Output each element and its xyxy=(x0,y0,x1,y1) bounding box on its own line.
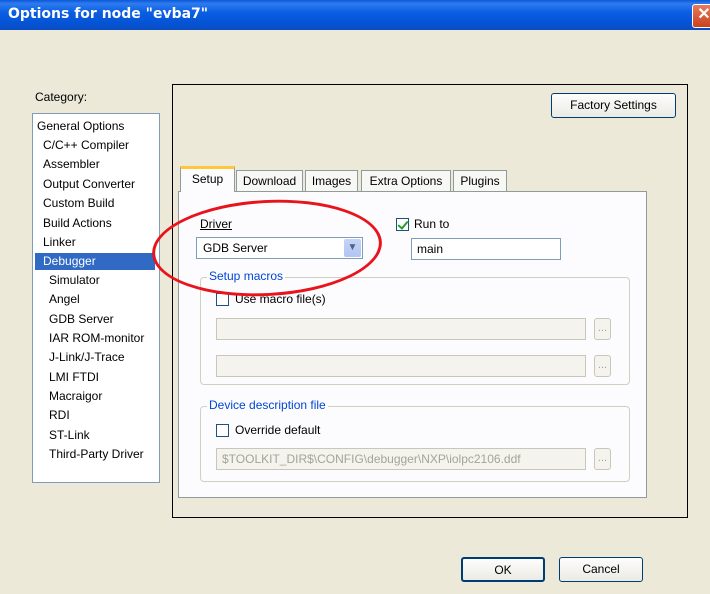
use-macro-checkbox[interactable] xyxy=(216,293,229,306)
device-description-label: Device description file xyxy=(207,398,328,412)
category-item-jlink-jtrace[interactable]: J-Link/J-Trace xyxy=(49,349,125,366)
category-item-c-cpp-compiler[interactable]: C/C++ Compiler xyxy=(43,137,129,154)
override-default-label: Override default xyxy=(235,423,321,437)
category-item-macraigor[interactable]: Macraigor xyxy=(49,388,102,405)
setup-macros-label: Setup macros xyxy=(207,269,286,283)
category-item-angel[interactable]: Angel xyxy=(49,291,80,308)
macro-file-2-input[interactable] xyxy=(216,355,586,377)
run-to-label: Run to xyxy=(414,217,450,231)
category-item-linker[interactable]: Linker xyxy=(43,234,76,251)
category-item-build-actions[interactable]: Build Actions xyxy=(43,215,112,232)
tab-extra-options[interactable]: Extra Options xyxy=(361,170,451,191)
driver-label: Driver xyxy=(200,217,232,231)
tab-setup[interactable]: Setup xyxy=(180,166,235,192)
override-default-checkbox[interactable] xyxy=(216,424,229,437)
category-item-iar-rom-monitor[interactable]: IAR ROM-monitor xyxy=(49,330,144,347)
title-bar: Options for node "evba7" ✕ xyxy=(0,0,710,30)
ok-button[interactable]: OK xyxy=(461,557,545,582)
category-list[interactable]: General Options C/C++ Compiler Assembler… xyxy=(32,113,160,483)
category-item-st-link[interactable]: ST-Link xyxy=(49,427,90,444)
category-item-debugger[interactable]: Debugger xyxy=(35,253,155,270)
device-file-input[interactable]: $TOOLKIT_DIR$\CONFIG\debugger\NXP\iolpc2… xyxy=(216,448,586,470)
category-item-lmi-ftdi[interactable]: LMI FTDI xyxy=(49,369,99,386)
category-item-custom-build[interactable]: Custom Build xyxy=(43,195,114,212)
run-to-input[interactable]: main xyxy=(411,238,561,260)
factory-settings-button[interactable]: Factory Settings xyxy=(551,93,676,118)
device-description-group xyxy=(200,406,630,482)
device-file-browse-button[interactable]: ... xyxy=(594,448,611,470)
category-label: Category: xyxy=(35,90,88,104)
close-button[interactable]: ✕ xyxy=(692,4,710,28)
category-item-rdi[interactable]: RDI xyxy=(49,407,70,424)
macro-file-2-browse-button[interactable]: ... xyxy=(594,355,611,377)
run-to-checkbox[interactable] xyxy=(396,218,409,231)
category-item-general-options[interactable]: General Options xyxy=(37,118,124,135)
category-item-output-converter[interactable]: Output Converter xyxy=(43,176,135,193)
category-item-simulator[interactable]: Simulator xyxy=(49,272,100,289)
category-item-gdb-server[interactable]: GDB Server xyxy=(49,311,114,328)
driver-value: GDB Server xyxy=(203,241,268,255)
macro-file-1-input[interactable] xyxy=(216,318,586,340)
use-macro-label: Use macro file(s) xyxy=(235,292,326,306)
driver-select[interactable]: GDB Server ▼ xyxy=(196,237,363,259)
close-icon: ✕ xyxy=(697,6,710,23)
category-item-assembler[interactable]: Assembler xyxy=(43,156,100,173)
tab-plugins[interactable]: Plugins xyxy=(453,170,507,191)
tab-images[interactable]: Images xyxy=(305,170,358,191)
window-title: Options for node "evba7" xyxy=(8,6,209,22)
chevron-down-icon[interactable]: ▼ xyxy=(344,239,361,257)
cancel-button[interactable]: Cancel xyxy=(559,557,643,582)
macro-file-1-browse-button[interactable]: ... xyxy=(594,318,611,340)
tab-download[interactable]: Download xyxy=(236,170,303,191)
category-item-third-party-driver[interactable]: Third-Party Driver xyxy=(49,446,144,463)
